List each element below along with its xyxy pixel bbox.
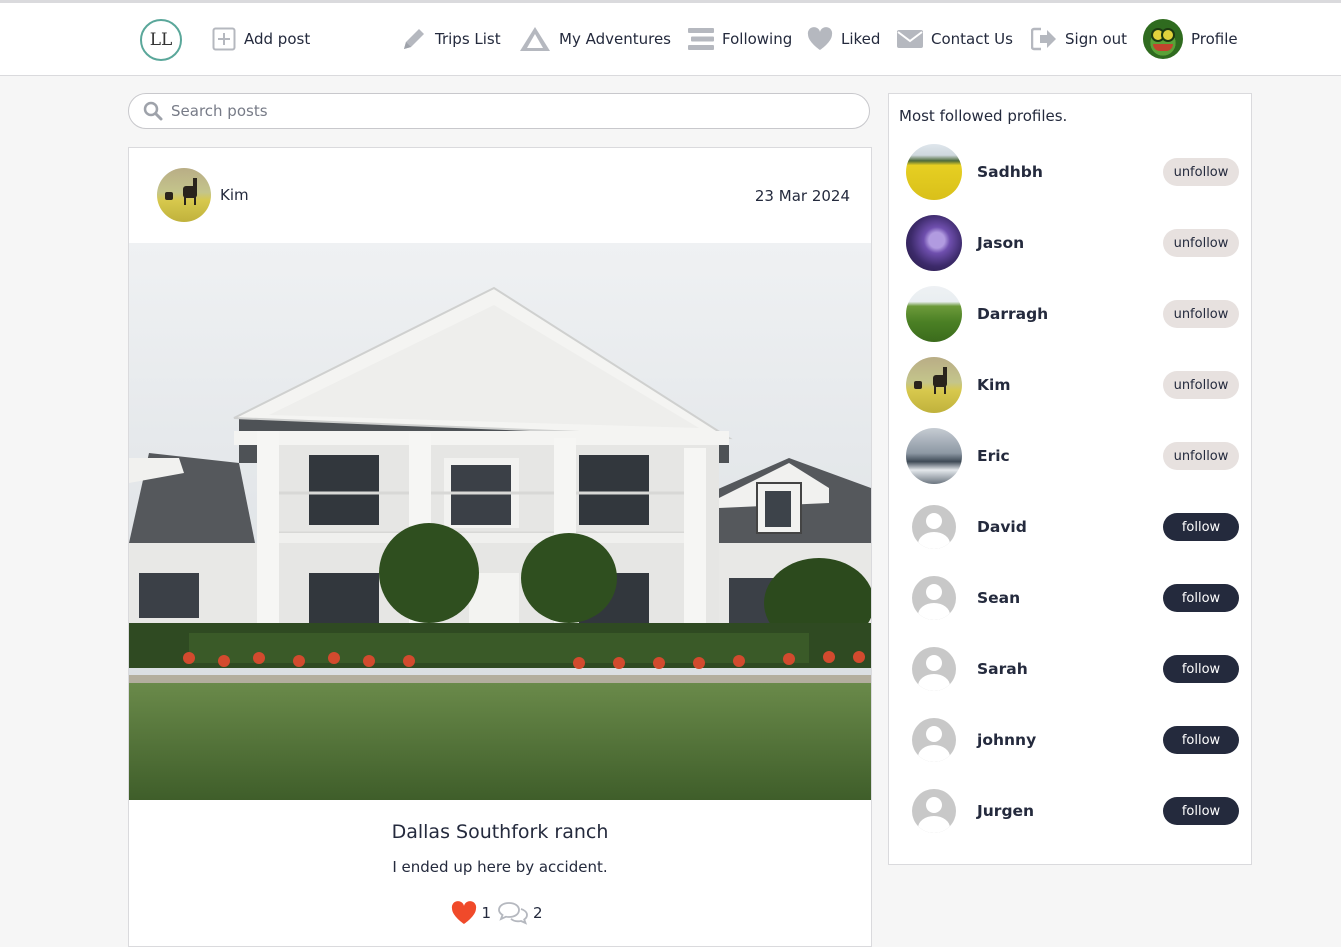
profile-avatar [1143, 19, 1183, 59]
pencil-icon [401, 26, 427, 52]
search-bar [128, 93, 870, 129]
profile-row-johnny: johnny follow [906, 712, 1240, 768]
follow-button[interactable]: follow [1163, 797, 1239, 825]
avatar[interactable] [906, 286, 962, 342]
avatar[interactable] [906, 428, 962, 484]
search-input[interactable] [169, 101, 833, 121]
profile-name[interactable]: Eric [977, 447, 1163, 465]
site-logo[interactable]: LL [140, 19, 182, 61]
most-followed-sidebar: Most followed profiles. Sadhbh unfollow … [888, 93, 1252, 865]
unfollow-button[interactable]: unfollow [1163, 442, 1239, 470]
envelope-icon [897, 28, 923, 50]
profile-name[interactable]: Sarah [977, 660, 1163, 678]
avatar[interactable] [906, 144, 962, 200]
profile-row-sarah: Sarah follow [906, 641, 1240, 697]
unfollow-button[interactable]: unfollow [1163, 300, 1239, 328]
profile-row-david: David follow [906, 499, 1240, 555]
heart-icon [807, 27, 833, 51]
post-actions: 1 2 [129, 900, 871, 926]
nav-contact-us[interactable]: Contact Us [897, 21, 1013, 57]
default-avatar-icon[interactable] [906, 570, 962, 626]
profile-name[interactable]: Darragh [977, 305, 1163, 323]
nav-my-adventures-label: My Adventures [559, 30, 671, 48]
follow-button[interactable]: follow [1163, 513, 1239, 541]
follow-button[interactable]: follow [1163, 655, 1239, 683]
comments-icon[interactable] [497, 900, 529, 926]
post-card: Kim 23 Mar 2024 Dallas Southfork ranch I… [128, 147, 872, 947]
profile-name[interactable]: Sadhbh [977, 163, 1163, 181]
profile-row-kim: Kim unfollow [906, 357, 1240, 413]
nav-profile[interactable]: Profile [1143, 19, 1238, 59]
nav-following[interactable]: Following [688, 21, 792, 57]
navbar: LL Add post Trips List My Adventures Fol… [0, 3, 1341, 76]
nav-following-label: Following [722, 30, 793, 48]
post-author-name[interactable]: Kim [220, 186, 249, 204]
post-date: 23 Mar 2024 [754, 187, 850, 205]
nav-add-post[interactable]: Add post [212, 21, 310, 57]
profile-name[interactable]: Kim [977, 376, 1163, 394]
nav-trips-list[interactable]: Trips List [401, 21, 501, 57]
sign-out-icon [1031, 27, 1057, 51]
unfollow-button[interactable]: unfollow [1163, 229, 1239, 257]
default-avatar-icon[interactable] [906, 783, 962, 839]
plus-square-icon [212, 27, 236, 51]
post-image[interactable] [129, 243, 871, 800]
default-avatar-icon[interactable] [906, 641, 962, 697]
follow-button[interactable]: follow [1163, 726, 1239, 754]
avatar[interactable] [906, 357, 962, 413]
nav-profile-label: Profile [1191, 30, 1238, 48]
profile-row-jurgen: Jurgen follow [906, 783, 1240, 839]
like-heart-icon[interactable] [451, 901, 477, 925]
nav-add-post-label: Add post [244, 30, 311, 48]
mountain-icon [519, 26, 551, 52]
profile-name[interactable]: Jason [977, 234, 1163, 252]
nav-liked-label: Liked [841, 30, 881, 48]
unfollow-button[interactable]: unfollow [1163, 371, 1239, 399]
stream-icon [688, 27, 714, 51]
comment-count: 2 [533, 904, 543, 922]
default-avatar-icon[interactable] [906, 712, 962, 768]
nav-trips-list-label: Trips List [435, 30, 501, 48]
profile-name[interactable]: David [977, 518, 1163, 536]
logo-text: LL [149, 30, 173, 50]
nav-contact-us-label: Contact Us [931, 30, 1013, 48]
avatar[interactable] [906, 215, 962, 271]
post-description: I ended up here by accident. [392, 858, 608, 876]
sidebar-title: Most followed profiles. [899, 107, 1068, 125]
profile-row-eric: Eric unfollow [906, 428, 1240, 484]
nav-liked[interactable]: Liked [807, 21, 880, 57]
post-title[interactable]: Dallas Southfork ranch [129, 821, 871, 843]
profile-name[interactable]: Sean [977, 589, 1163, 607]
post-author-avatar[interactable] [157, 168, 211, 222]
like-count: 1 [481, 904, 491, 922]
search-icon [143, 101, 163, 121]
default-avatar-icon[interactable] [906, 499, 962, 555]
nav-my-adventures[interactable]: My Adventures [519, 21, 671, 57]
profile-row-darragh: Darragh unfollow [906, 286, 1240, 342]
profile-row-jason: Jason unfollow [906, 215, 1240, 271]
follow-button[interactable]: follow [1163, 584, 1239, 612]
profile-name[interactable]: johnny [977, 731, 1163, 749]
nav-sign-out[interactable]: Sign out [1031, 21, 1127, 57]
profile-row-sadhbh: Sadhbh unfollow [906, 144, 1240, 200]
profile-name[interactable]: Jurgen [977, 802, 1163, 820]
unfollow-button[interactable]: unfollow [1163, 158, 1239, 186]
profile-row-sean: Sean follow [906, 570, 1240, 626]
nav-sign-out-label: Sign out [1065, 30, 1128, 48]
